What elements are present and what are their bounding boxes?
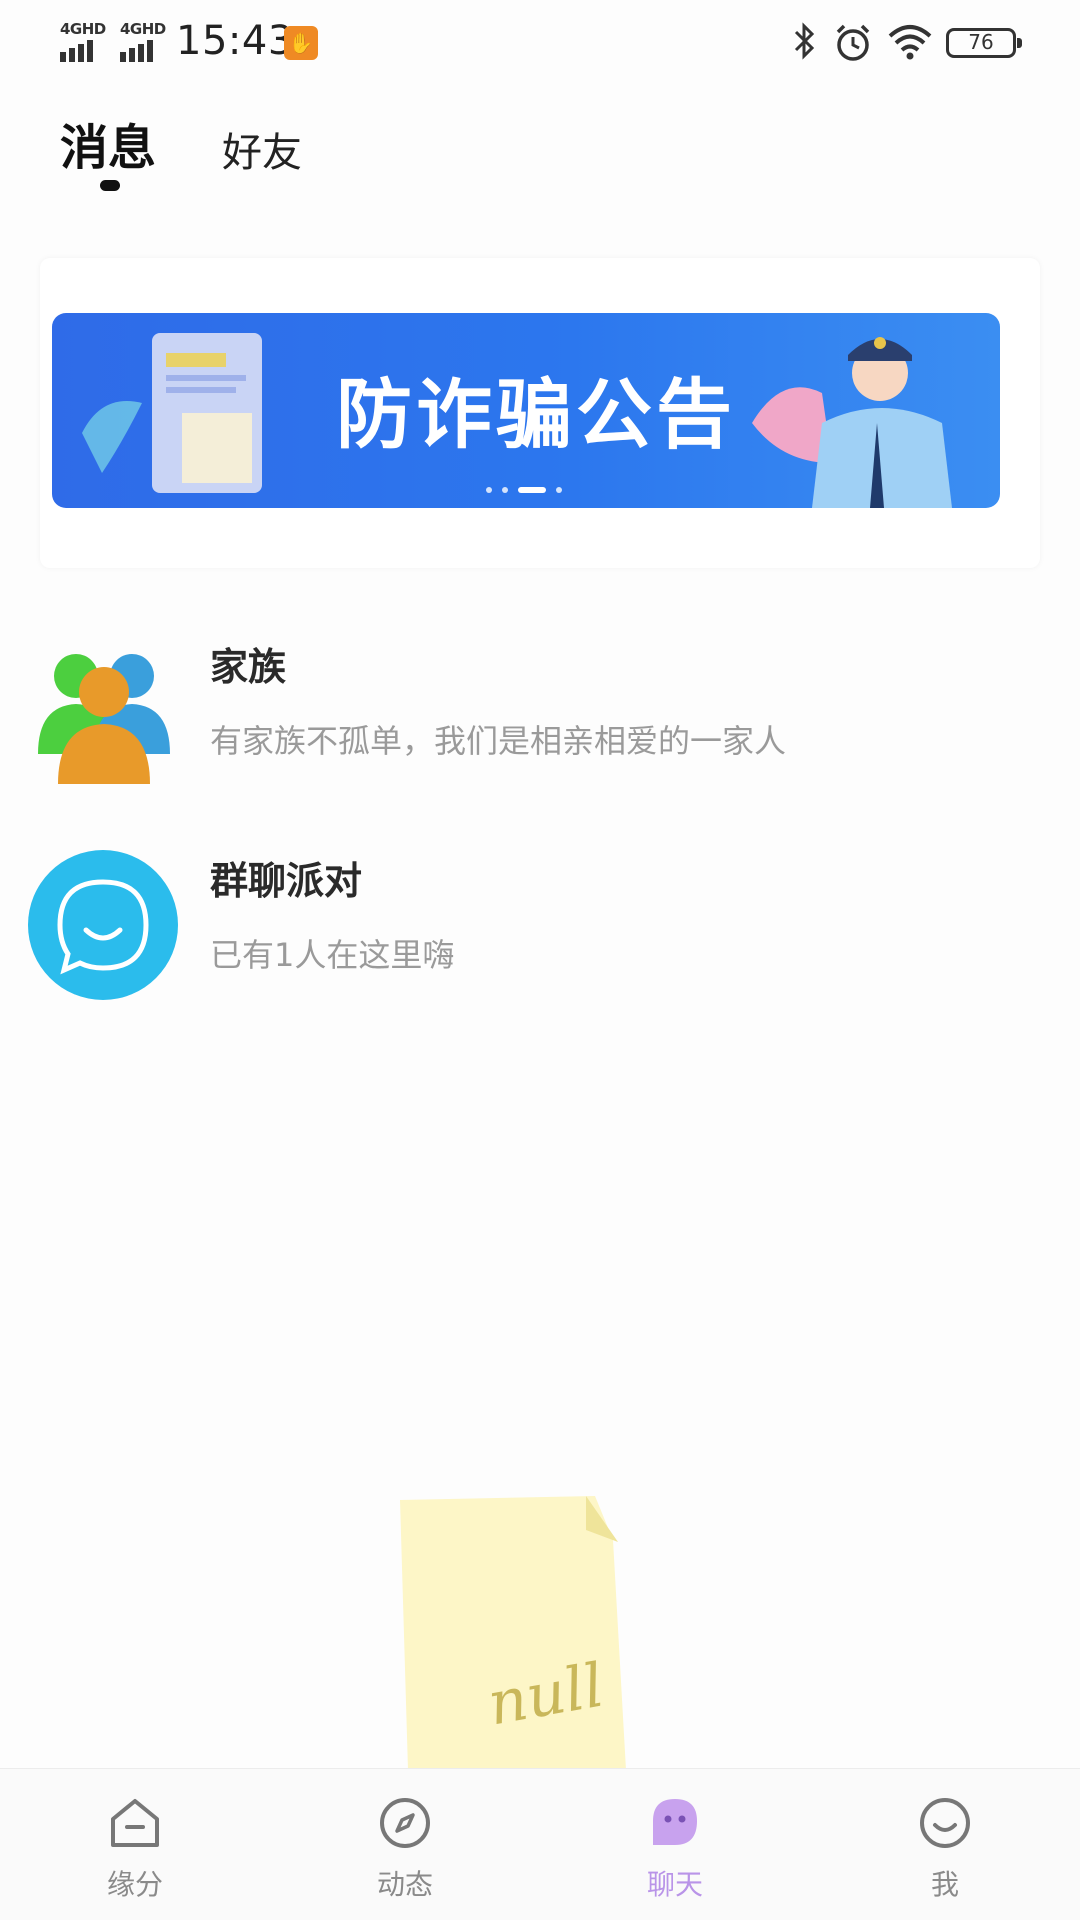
printer-illustration-icon	[82, 333, 262, 493]
list-item-subtitle: 有家族不孤单，我们是相亲相爱的一家人	[210, 722, 787, 760]
list-item-title: 群聊派对	[210, 859, 363, 903]
nav-item-moments[interactable]: 动态	[270, 1769, 540, 1920]
chat-bubble-icon	[28, 850, 178, 1000]
bluetooth-icon	[794, 22, 815, 60]
home-icon	[111, 1799, 159, 1847]
signal-bars-2-icon	[120, 40, 156, 62]
compass-icon	[380, 1798, 430, 1848]
nav-item-me[interactable]: 我	[810, 1769, 1080, 1920]
nav-label: 聊天	[646, 1868, 703, 1901]
smile-icon	[920, 1798, 970, 1848]
banner-pagination	[486, 478, 572, 497]
list-item-title: 家族	[210, 645, 287, 689]
chat-face-icon	[653, 1799, 697, 1845]
tab-messages[interactable]: 消息	[60, 108, 156, 178]
nav-item-fate[interactable]: 缘分	[0, 1769, 270, 1920]
signal-1: 4GHD	[58, 20, 108, 62]
battery-indicator: 76	[946, 28, 1022, 58]
list-item-subtitle: 已有1人在这里嗨	[210, 936, 455, 974]
bottom-nav: 缘分 动态 聊天 我	[0, 1768, 1080, 1920]
alarm-icon	[836, 24, 870, 61]
empty-state: null	[270, 1480, 730, 1770]
anti-fraud-banner[interactable]: 防诈骗公告	[52, 313, 1000, 508]
tab-active-indicator	[100, 180, 120, 191]
status-bar: 4GHD 4GHD 15:43 ✋ 76	[0, 0, 1080, 90]
network-type-1: 4GHD	[60, 20, 106, 38]
network-type-2: 4GHD	[120, 20, 166, 38]
nav-item-chat[interactable]: 聊天	[540, 1769, 810, 1920]
family-group-icon	[38, 654, 170, 784]
list-item-group-party[interactable]: 群聊派对 已有1人在这里嗨	[0, 836, 1080, 1016]
list-item-family[interactable]: 家族 有家族不孤单，我们是相亲相爱的一家人	[0, 620, 1080, 800]
banner-title: 防诈骗公告	[336, 370, 736, 459]
wifi-icon	[888, 25, 932, 60]
hand-app-icon: ✋	[284, 26, 318, 60]
nav-label: 动态	[376, 1868, 433, 1901]
tab-friends[interactable]: 好友	[222, 120, 302, 178]
clock: 15:43	[176, 18, 294, 64]
police-officer-illustration-icon	[752, 337, 952, 508]
nav-label: 我	[930, 1868, 959, 1901]
nav-label: 缘分	[106, 1868, 163, 1901]
signal-2: 4GHD	[118, 20, 168, 62]
signal-bars-1-icon	[60, 40, 96, 62]
